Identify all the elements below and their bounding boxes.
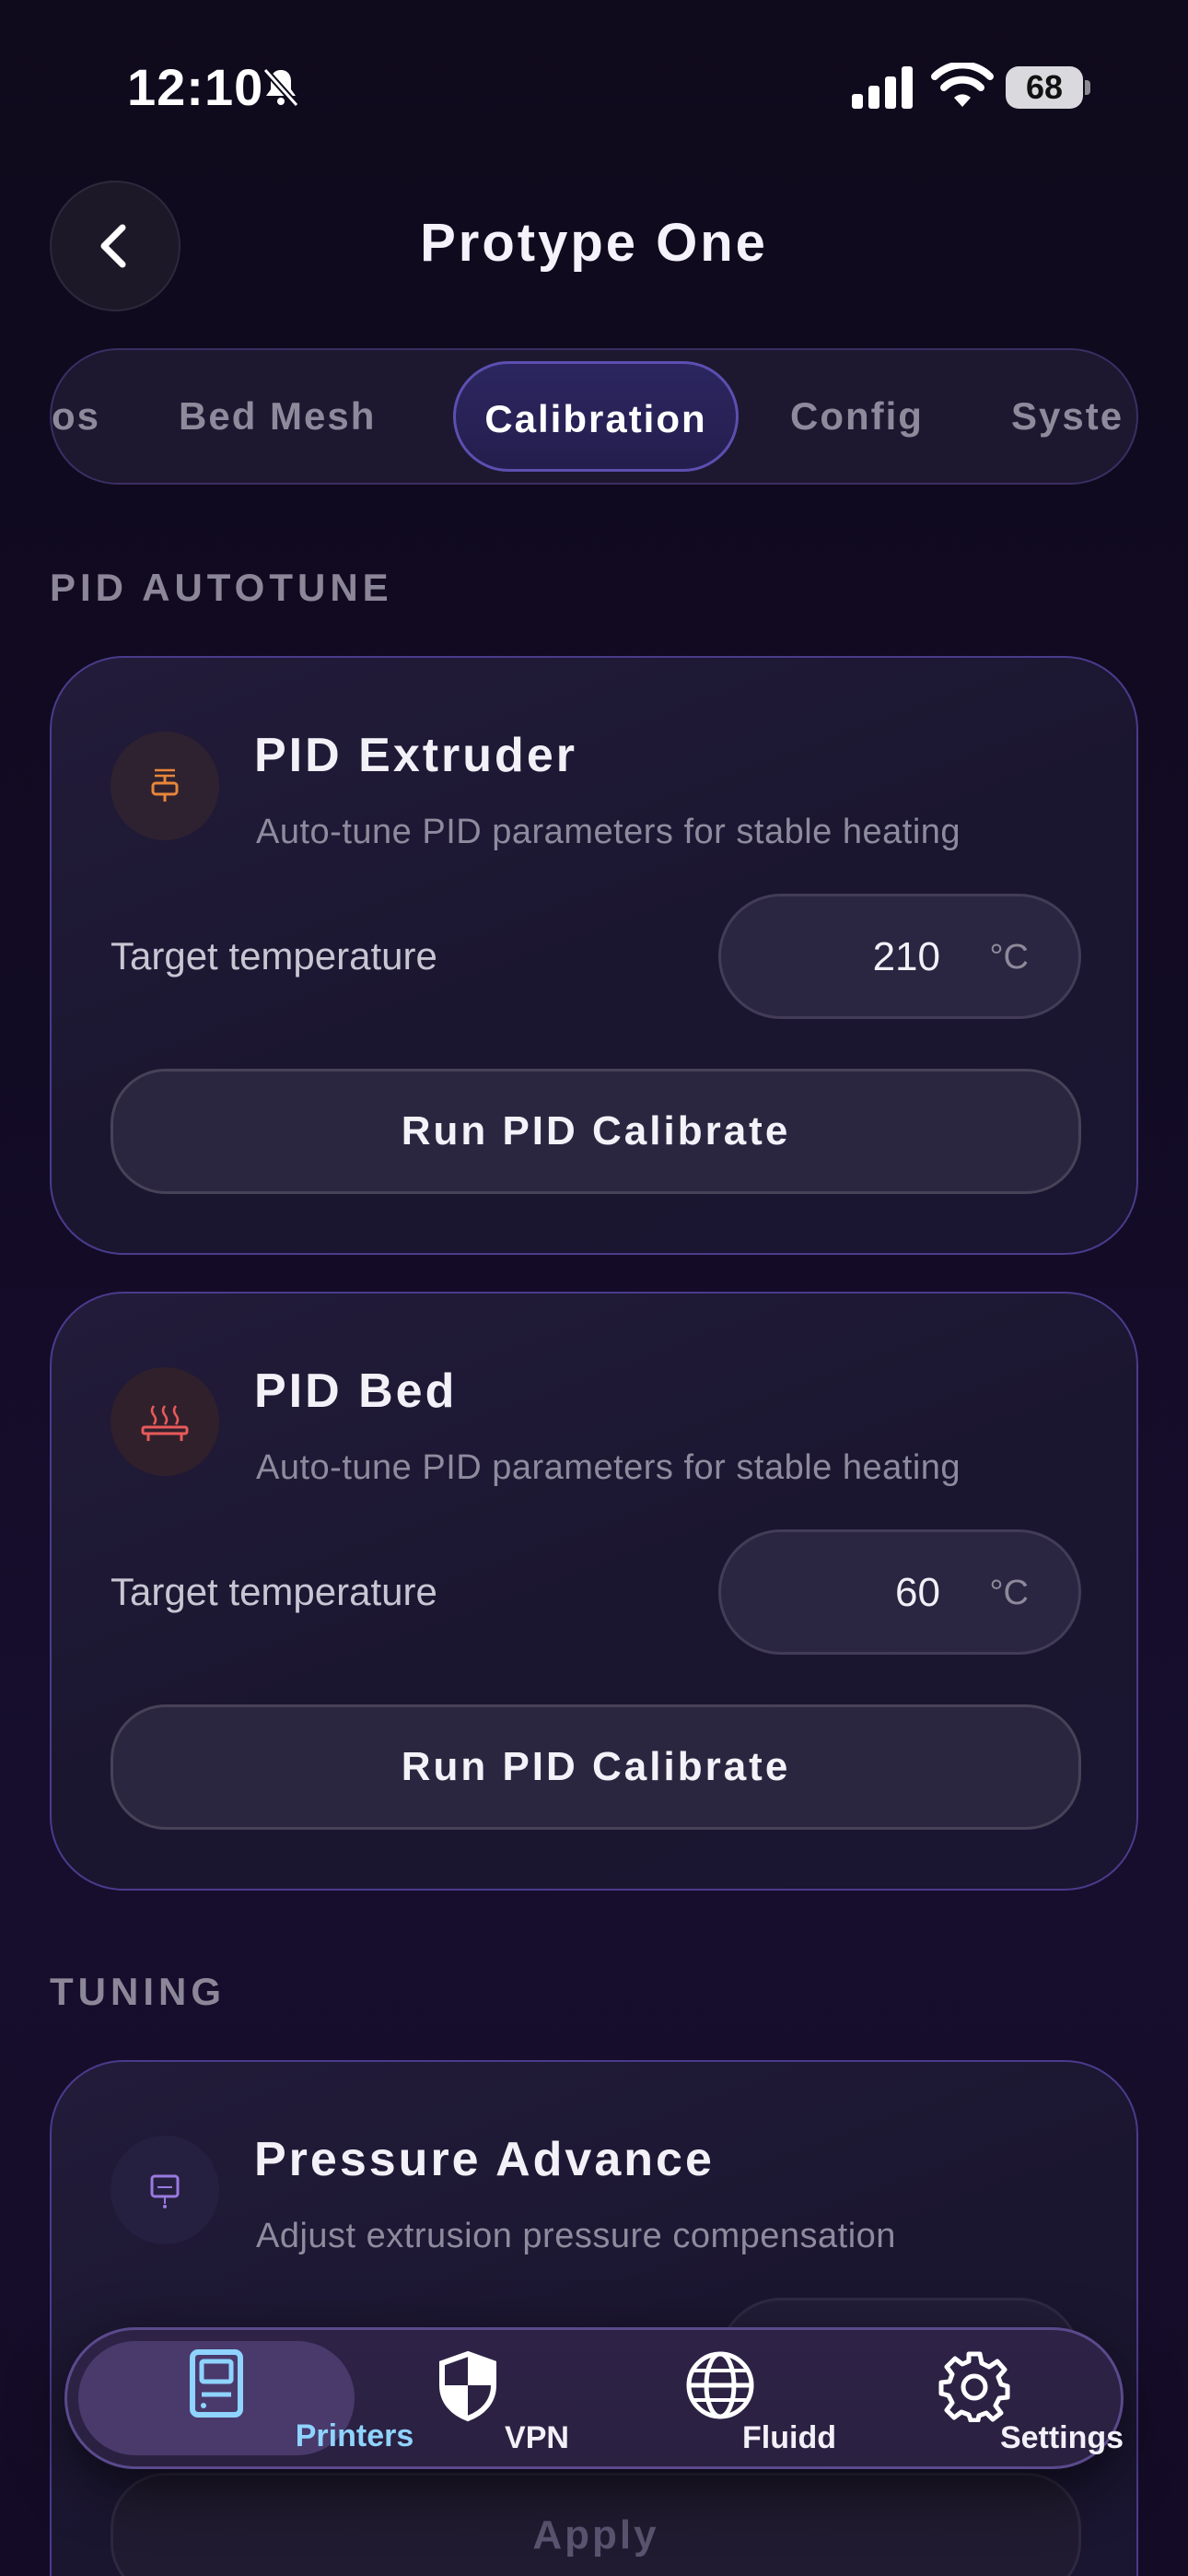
printer-icon bbox=[190, 2349, 243, 2418]
temperature-unit: °C bbox=[989, 1574, 1029, 1612]
pressure-advance-card: Pressure Advance Adjust extrusion pressu… bbox=[50, 2060, 1138, 2576]
heated-bed-icon bbox=[111, 1367, 219, 1476]
nav-label: Settings bbox=[999, 2420, 1124, 2455]
target-temperature-label: Target temperature bbox=[111, 1570, 437, 1613]
status-time: 12:10 bbox=[127, 58, 264, 116]
temperature-unit: °C bbox=[989, 938, 1029, 977]
tab-bar[interactable]: os Bed Mesh Calibration Config Syste bbox=[50, 348, 1138, 485]
nav-printers[interactable]: Printers bbox=[78, 2341, 413, 2455]
section-label-tuning: TUNING bbox=[50, 1970, 226, 2013]
tab-calibration[interactable]: Calibration bbox=[453, 361, 739, 472]
card-subtitle: Adjust extrusion pressure compensation bbox=[256, 2217, 896, 2255]
nav-label: Fluidd bbox=[742, 2420, 836, 2455]
bed-temperature-input[interactable]: 60 °C bbox=[718, 1529, 1081, 1655]
card-title: PID Extruder bbox=[254, 729, 577, 782]
tab-config[interactable]: Config bbox=[790, 350, 924, 483]
nav-fluidd[interactable]: Fluidd bbox=[651, 2330, 836, 2466]
target-temperature-label: Target temperature bbox=[111, 934, 437, 978]
wifi-icon bbox=[931, 63, 994, 107]
temperature-value: 210 bbox=[872, 934, 940, 979]
extruder-icon bbox=[111, 732, 219, 840]
run-pid-calibrate-extruder-button[interactable]: Run PID Calibrate bbox=[111, 1069, 1081, 1194]
page-title: Protype One bbox=[420, 213, 768, 273]
shield-icon bbox=[439, 2350, 496, 2422]
bottom-navigation: Printers VPN Fluidd Settings bbox=[64, 2327, 1124, 2469]
gear-icon bbox=[938, 2351, 1010, 2422]
nav-settings[interactable]: Settings bbox=[887, 2330, 1124, 2466]
apply-button[interactable]: Apply bbox=[111, 2473, 1081, 2576]
card-title: PID Bed bbox=[254, 1364, 458, 1418]
nav-vpn[interactable]: VPN bbox=[399, 2330, 569, 2466]
status-bar: 12:10 68 bbox=[0, 0, 1188, 175]
run-pid-calibrate-bed-button[interactable]: Run PID Calibrate bbox=[111, 1704, 1081, 1830]
bell-muted-icon bbox=[262, 67, 299, 108]
pid-bed-card: PID Bed Auto-tune PID parameters for sta… bbox=[50, 1292, 1138, 1891]
card-title: Pressure Advance bbox=[254, 2133, 715, 2186]
section-label-pid-autotune: PID AUTOTUNE bbox=[50, 566, 393, 609]
card-subtitle: Auto-tune PID parameters for stable heat… bbox=[256, 1448, 961, 1487]
temperature-value: 60 bbox=[895, 1570, 940, 1615]
card-subtitle: Auto-tune PID parameters for stable heat… bbox=[256, 813, 961, 851]
globe-icon bbox=[686, 2351, 754, 2419]
pid-extruder-card: PID Extruder Auto-tune PID parameters fo… bbox=[50, 656, 1138, 1255]
nozzle-icon bbox=[111, 2136, 219, 2244]
battery-indicator: 68 bbox=[1006, 66, 1090, 109]
tab-bed-mesh[interactable]: Bed Mesh bbox=[179, 350, 376, 483]
cellular-signal-icon bbox=[852, 66, 913, 109]
battery-level: 68 bbox=[1006, 66, 1083, 109]
tab-os[interactable]: os bbox=[52, 350, 100, 483]
tab-system[interactable]: Syste bbox=[1011, 350, 1124, 483]
extruder-temperature-input[interactable]: 210 °C bbox=[718, 894, 1081, 1019]
nav-label: VPN bbox=[505, 2420, 569, 2455]
